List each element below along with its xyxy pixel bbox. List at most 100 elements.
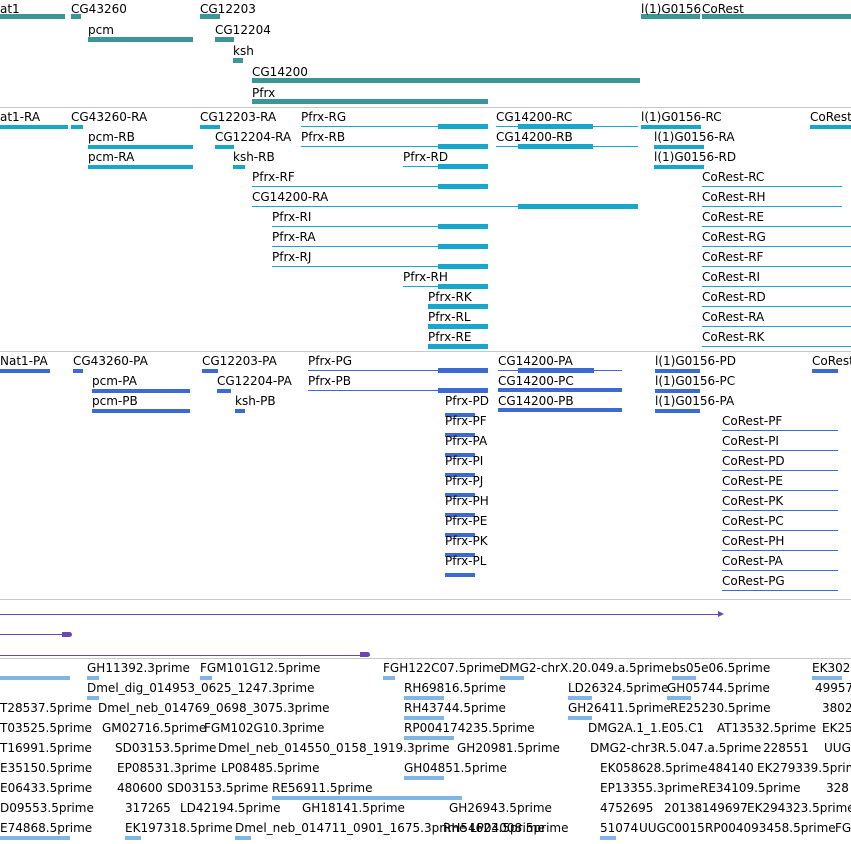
protein-feature[interactable] [235, 409, 245, 413]
gene-feature-cg14200[interactable] [252, 78, 640, 83]
est-feature[interactable] [0, 836, 70, 840]
protein-label: CoRest-PK [722, 494, 784, 508]
est-feature[interactable] [87, 676, 99, 680]
protein-feature[interactable] [722, 530, 838, 531]
transcript-feature[interactable] [702, 326, 851, 327]
protein-feature[interactable] [0, 369, 50, 373]
transcript-feature[interactable] [438, 184, 488, 189]
alignment-feature[interactable] [62, 632, 72, 637]
transcript-label: CoRest-RF [702, 250, 764, 264]
protein-label: CG14200-PB [498, 394, 574, 408]
transcript-feature[interactable] [654, 145, 704, 149]
est-feature[interactable] [404, 736, 454, 740]
transcript-feature[interactable] [702, 206, 842, 207]
transcript-feature[interactable] [71, 125, 83, 129]
transcript-feature[interactable] [702, 186, 842, 187]
protein-feature[interactable] [518, 368, 594, 373]
protein-feature[interactable] [655, 389, 700, 393]
protein-feature[interactable] [722, 510, 838, 511]
protein-feature[interactable] [812, 369, 838, 373]
transcript-label: Pfrx-RH [403, 270, 448, 284]
alignment-feature[interactable] [0, 634, 66, 635]
est-feature[interactable] [383, 676, 395, 680]
protein-feature[interactable] [92, 389, 190, 393]
transcript-feature[interactable] [438, 284, 488, 289]
transcript-feature[interactable] [702, 306, 851, 307]
transcript-feature[interactable] [702, 226, 851, 227]
est-feature[interactable] [812, 676, 842, 680]
transcript-feature[interactable] [428, 344, 488, 349]
gene-feature-pfrx[interactable] [252, 99, 488, 104]
transcript-feature[interactable] [215, 145, 234, 149]
est-feature[interactable] [272, 796, 462, 800]
transcript-feature[interactable] [0, 125, 68, 129]
transcript-feature[interactable] [200, 125, 220, 129]
protein-feature[interactable] [722, 430, 838, 431]
protein-track: Nat1-PA CG43260-PA CG12203-PA Pfrx-PG CG… [0, 352, 851, 599]
transcript-label: CG14200-RB [496, 130, 573, 144]
transcript-feature[interactable] [810, 125, 851, 129]
est-feature[interactable] [125, 836, 141, 840]
est-feature[interactable] [404, 696, 444, 700]
protein-feature[interactable] [498, 408, 622, 412]
est-feature[interactable] [200, 676, 212, 680]
transcript-feature[interactable] [438, 144, 488, 149]
est-feature[interactable] [600, 836, 616, 840]
transcript-feature[interactable] [654, 165, 704, 169]
protein-feature[interactable] [438, 368, 488, 373]
protein-feature[interactable] [445, 573, 475, 577]
est-label: RE25230.5prime [670, 701, 771, 715]
est-feature[interactable] [404, 716, 444, 720]
est-feature[interactable] [500, 676, 524, 680]
transcript-feature[interactable] [702, 266, 851, 267]
transcript-feature[interactable] [641, 125, 701, 129]
alignment-feature[interactable] [0, 614, 722, 615]
transcript-feature[interactable] [428, 324, 488, 329]
est-feature[interactable] [235, 836, 251, 840]
gene-feature-cg12204[interactable] [215, 37, 234, 42]
est-feature[interactable] [568, 716, 592, 720]
est-feature[interactable] [568, 696, 592, 700]
protein-feature[interactable] [438, 388, 488, 393]
gene-feature-ksh[interactable] [233, 58, 243, 63]
est-feature[interactable] [0, 676, 70, 680]
transcript-feature[interactable] [518, 124, 593, 129]
transcript-feature[interactable] [438, 264, 488, 269]
transcript-feature[interactable] [518, 204, 638, 209]
gene-feature-pcm[interactable] [88, 37, 193, 42]
est-feature[interactable] [404, 776, 444, 780]
transcript-feature[interactable] [233, 165, 245, 169]
protein-feature[interactable] [722, 490, 838, 491]
protein-feature[interactable] [217, 389, 231, 393]
transcript-feature[interactable] [438, 224, 488, 229]
transcript-feature[interactable] [702, 346, 851, 347]
transcript-feature[interactable] [702, 286, 851, 287]
protein-feature[interactable] [722, 570, 838, 571]
transcript-feature[interactable] [428, 304, 488, 309]
protein-feature[interactable] [655, 369, 700, 373]
alignment-feature[interactable] [360, 652, 370, 657]
transcript-feature[interactable] [518, 144, 593, 149]
protein-feature[interactable] [655, 409, 700, 413]
protein-feature[interactable] [722, 470, 838, 471]
transcript-label: CoRest [810, 110, 851, 124]
transcript-feature[interactable] [438, 124, 488, 129]
transcript-label: CG14200-RC [496, 110, 573, 124]
protein-feature[interactable] [92, 409, 190, 413]
protein-feature[interactable] [202, 369, 218, 373]
transcript-feature[interactable] [88, 165, 193, 169]
est-feature[interactable] [667, 696, 691, 700]
transcript-feature[interactable] [88, 145, 193, 149]
transcript-feature[interactable] [438, 164, 488, 169]
est-feature[interactable] [672, 676, 696, 680]
alignment-feature[interactable] [0, 655, 370, 656]
protein-feature[interactable] [722, 590, 838, 591]
protein-feature[interactable] [722, 450, 838, 451]
protein-label: pcm-PA [92, 374, 137, 388]
protein-feature[interactable] [722, 550, 838, 551]
transcript-feature[interactable] [438, 244, 488, 249]
est-feature[interactable] [87, 696, 99, 700]
transcript-feature[interactable] [702, 246, 851, 247]
protein-feature[interactable] [498, 388, 622, 392]
protein-feature[interactable] [73, 369, 83, 373]
